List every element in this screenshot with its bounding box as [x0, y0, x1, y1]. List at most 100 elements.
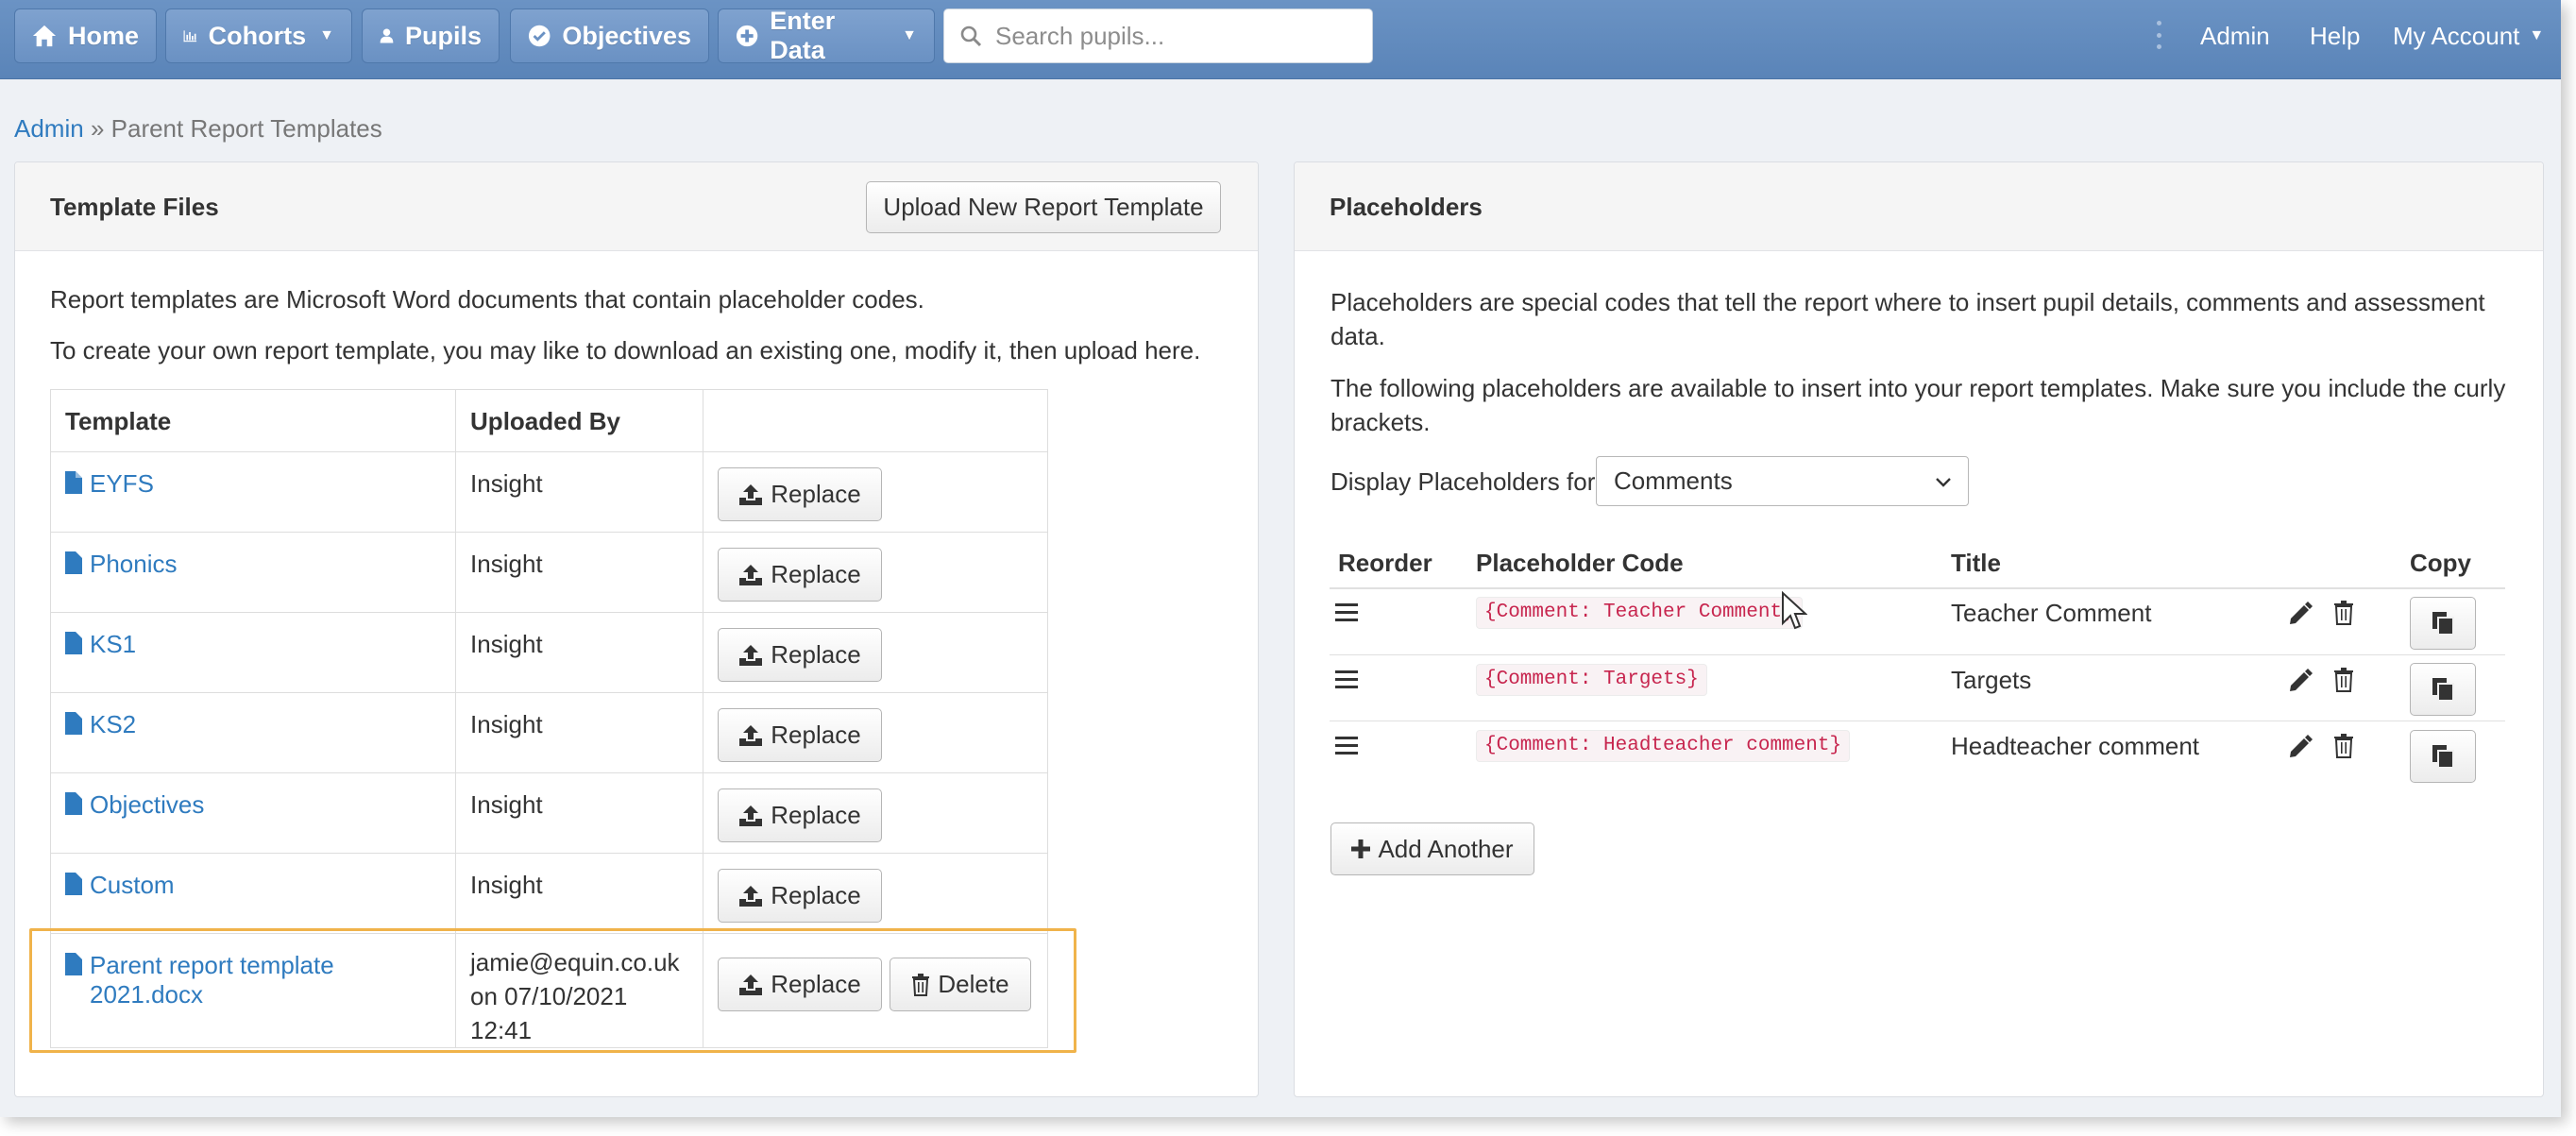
column-header-uploaded-by: Uploaded By: [455, 389, 703, 452]
drag-handle-icon[interactable]: [1335, 670, 1358, 690]
user-icon: [380, 28, 394, 43]
uploaded-by: Insight: [455, 612, 703, 693]
nav-admin-link[interactable]: Admin: [2200, 0, 2270, 72]
home-icon: [32, 25, 57, 47]
copy-button[interactable]: [2410, 663, 2476, 716]
column-header-title: Title: [1951, 549, 2001, 577]
delete-label: Delete: [938, 970, 1009, 998]
replace-label: Replace: [771, 801, 861, 829]
more-vertical-icon[interactable]: [2156, 21, 2161, 49]
replace-button[interactable]: Replace: [717, 869, 882, 923]
nav-help-link[interactable]: Help: [2310, 0, 2360, 72]
template-files-title: Template Files: [50, 193, 219, 221]
replace-button[interactable]: Replace: [717, 467, 882, 521]
template-files-header: Template Files Upload New Report Templat…: [15, 162, 1258, 251]
table-row: Phonics Insight Replace: [49, 532, 1049, 613]
column-header-copy: Copy: [2410, 549, 2471, 577]
pencil-icon[interactable]: [2288, 735, 2313, 759]
column-header-template: Template: [49, 389, 457, 452]
bar-chart-icon: [183, 30, 197, 42]
template-link[interactable]: Custom: [65, 871, 441, 900]
template-instructions-text: To create your own report template, you …: [50, 336, 1201, 365]
table-row: Objectives Insight Replace: [49, 772, 1049, 854]
template-link[interactable]: Phonics: [65, 550, 441, 579]
plus-circle-icon: [736, 25, 758, 47]
pencil-icon[interactable]: [2288, 602, 2313, 626]
pencil-icon[interactable]: [2288, 669, 2313, 693]
table-row: KS1 Insight Replace: [49, 612, 1049, 693]
upload-icon: [739, 564, 763, 585]
add-another-button[interactable]: Add Another: [1330, 822, 1534, 875]
display-placeholders-label: Display Placeholders for: [1330, 467, 1596, 496]
column-header-reorder: Reorder: [1338, 549, 1432, 577]
breadcrumb-admin-link[interactable]: Admin: [14, 114, 84, 143]
replace-button[interactable]: Replace: [717, 628, 882, 682]
nav-my-account-label: My Account: [2393, 21, 2520, 50]
replace-button[interactable]: Replace: [717, 788, 882, 842]
top-navbar: Home Cohorts ▼ Pupils Objectives Enter D…: [0, 0, 2561, 79]
nav-cohorts-button[interactable]: Cohorts ▼: [165, 8, 352, 63]
table-row: Custom Insight Replace: [49, 853, 1049, 934]
breadcrumb-separator: »: [90, 114, 105, 143]
upload-template-button[interactable]: Upload New Report Template: [866, 181, 1221, 233]
upload-icon: [739, 483, 763, 505]
uploaded-on: on 07/10/2021 12:41: [470, 982, 628, 1044]
uploaded-by: Insight: [455, 853, 703, 934]
template-table-header: Template Uploaded By: [49, 389, 1049, 452]
file-icon: [65, 792, 82, 815]
template-link[interactable]: Objectives: [65, 790, 441, 820]
drag-handle-icon[interactable]: [1335, 736, 1358, 756]
add-another-label: Add Another: [1378, 834, 1514, 863]
search-input[interactable]: [993, 20, 1356, 52]
uploaded-by: Insight: [455, 692, 703, 773]
template-link[interactable]: KS1: [65, 630, 441, 659]
copy-icon: [2432, 678, 2454, 702]
trash-icon[interactable]: [2333, 668, 2354, 692]
nav-enter-data-label: Enter Data: [770, 7, 836, 64]
template-link[interactable]: EYFS: [65, 469, 441, 499]
trash-icon[interactable]: [2333, 601, 2354, 625]
replace-button[interactable]: Replace: [717, 708, 882, 762]
template-link[interactable]: Parent report template 2021.docx: [65, 951, 441, 1009]
trash-icon[interactable]: [2333, 734, 2354, 758]
file-icon: [65, 551, 82, 574]
placeholder-title: Teacher Comment: [1951, 599, 2152, 627]
file-icon: [65, 471, 82, 494]
nav-pupils-button[interactable]: Pupils: [362, 8, 500, 63]
file-icon: [65, 873, 82, 895]
breadcrumb: Admin » Parent Report Templates: [14, 114, 382, 144]
replace-button[interactable]: Replace: [717, 958, 882, 1011]
copy-button[interactable]: [2410, 597, 2476, 650]
drag-handle-icon[interactable]: [1335, 602, 1358, 623]
placeholders-intro-line2: data.: [1330, 322, 1385, 350]
uploaded-by: jamie@equin.co.uk: [470, 948, 680, 976]
placeholder-category-value: Comments: [1614, 466, 1733, 495]
template-link[interactable]: KS2: [65, 710, 441, 739]
template-name: KS1: [90, 630, 137, 658]
mouse-cursor-icon: [1782, 591, 1807, 630]
placeholder-category-select[interactable]: Comments: [1596, 456, 1969, 506]
nav-my-account-dropdown[interactable]: My Account ▼: [2393, 0, 2544, 72]
uploaded-by: Insight: [455, 451, 703, 533]
placeholder-code: {Comment: Headteacher comment}: [1476, 730, 1851, 762]
nav-enter-data-button[interactable]: Enter Data ▼: [718, 7, 935, 64]
column-header-actions: [702, 389, 1049, 452]
chevron-down-icon: ▼: [2529, 27, 2545, 43]
search-box: [943, 8, 1373, 63]
app-window: Home Cohorts ▼ Pupils Objectives Enter D…: [0, 0, 2561, 1117]
template-name: Custom: [90, 871, 175, 899]
delete-button[interactable]: Delete: [889, 958, 1031, 1011]
placeholder-code: {Comment: Targets}: [1476, 664, 1707, 696]
template-name: Phonics: [90, 550, 178, 578]
upload-icon: [739, 805, 763, 826]
replace-button[interactable]: Replace: [717, 548, 882, 602]
template-name: Objectives: [90, 790, 205, 819]
file-icon: [65, 712, 82, 735]
trash-icon: [912, 973, 930, 996]
table-row: EYFS Insight Replace: [49, 451, 1049, 533]
placeholder-code: {Comment: Teacher Comment}: [1476, 597, 1803, 629]
upload-icon: [739, 724, 763, 746]
copy-button[interactable]: [2410, 730, 2476, 783]
nav-objectives-button[interactable]: Objectives: [510, 8, 709, 63]
nav-home-button[interactable]: Home: [14, 8, 157, 63]
